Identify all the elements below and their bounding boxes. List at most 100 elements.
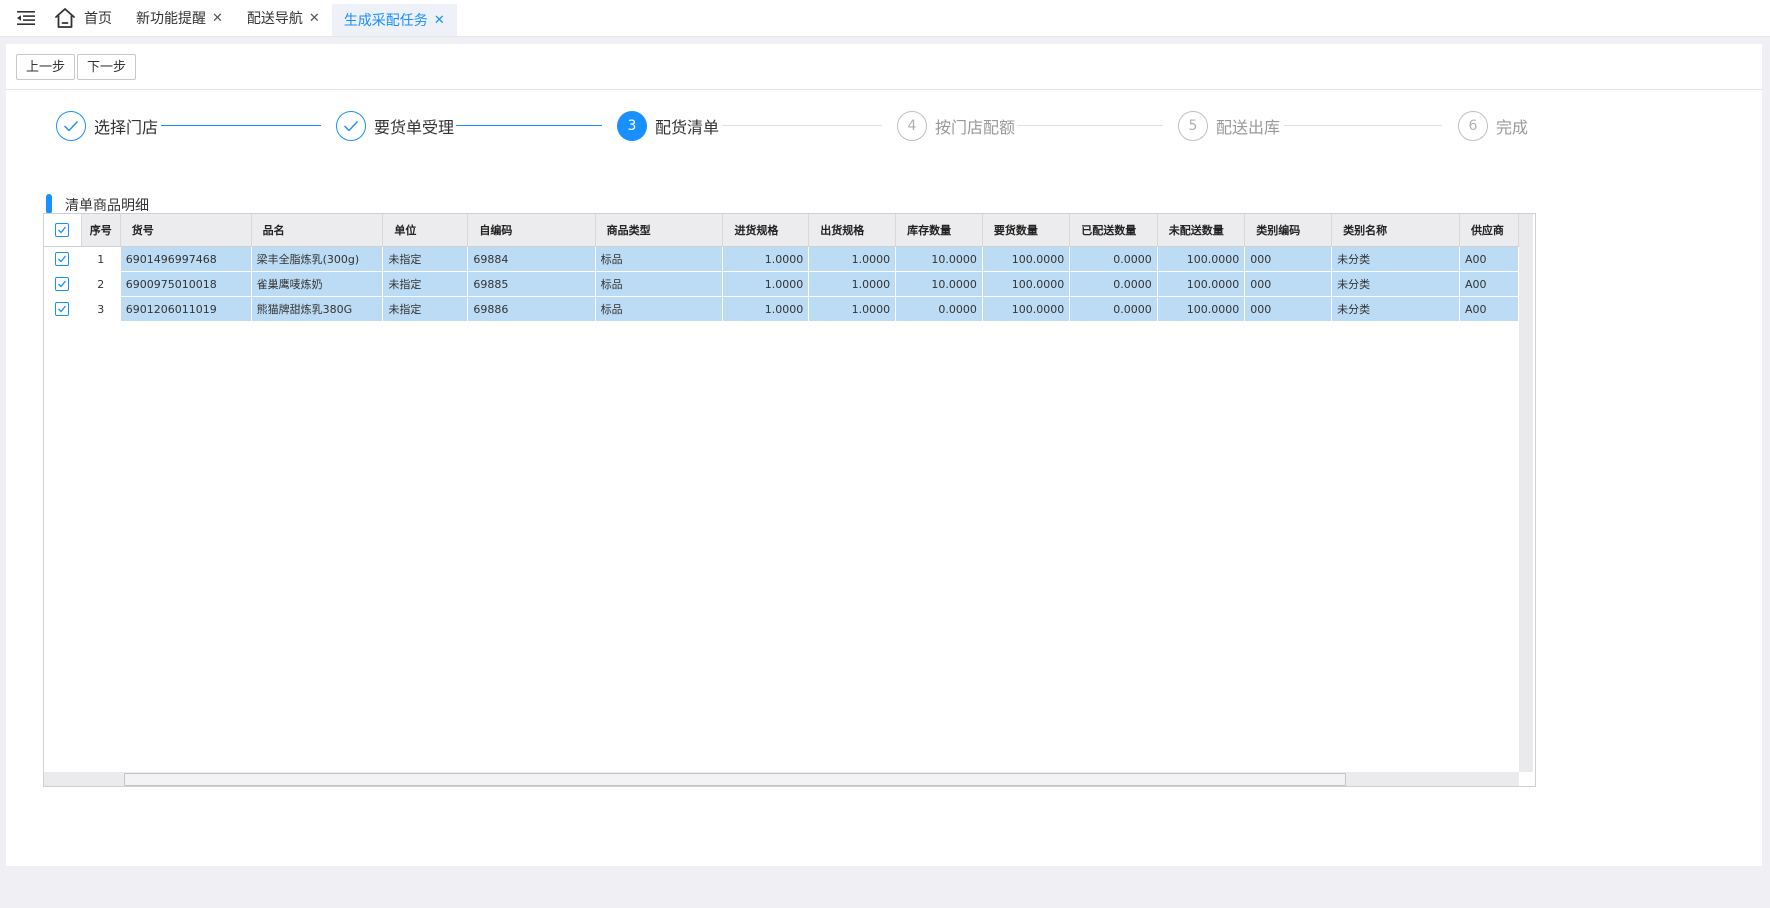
step-2: 要货单受理 <box>336 109 454 143</box>
cell-supplier: A00 <box>1459 271 1519 297</box>
col-header-supplier[interactable]: 供应商 <box>1459 214 1519 247</box>
cell-cat-code: 000 <box>1244 271 1333 297</box>
col-header-cat-code[interactable]: 类别编码 <box>1244 214 1333 247</box>
toolbar: 上一步 下一步 <box>6 44 1762 90</box>
menu-collapse-icon[interactable] <box>0 0 52 36</box>
step-connector <box>722 125 882 126</box>
cell-out-spec: 1.0000 <box>808 271 897 297</box>
col-header-req[interactable]: 要货数量 <box>982 214 1071 247</box>
step-connector <box>161 125 321 126</box>
vertical-scrollbar[interactable] <box>1519 214 1533 772</box>
tab-generate-task-label: 生成采配任务 <box>343 13 428 29</box>
check-icon <box>336 111 366 141</box>
table-row[interactable]: 3 6901206011019 熊猫牌甜炼乳380G 未指定 69886 标品 … <box>44 296 1519 322</box>
grid-viewport: 序号 货号 品名 单位 自编码 商品类型 进货规格 出货规格 库存数量 要货数量… <box>44 214 1519 772</box>
cell-unit: 未指定 <box>382 296 469 322</box>
next-step-button[interactable]: 下一步 <box>77 54 137 80</box>
step-3-label: 配货清单 <box>655 118 720 137</box>
cell-cat-code: 000 <box>1244 296 1333 322</box>
check-icon <box>56 111 86 141</box>
col-header-out-spec[interactable]: 出货规格 <box>808 214 897 247</box>
step-3-number: 3 <box>617 111 647 141</box>
step-5: 5 配送出库 <box>1178 109 1280 143</box>
cell-seq: 3 <box>81 296 121 322</box>
cell-code: 69886 <box>467 296 596 322</box>
col-header-delivered[interactable]: 已配送数量 <box>1069 214 1158 247</box>
cell-sku: 6901206011019 <box>120 296 252 322</box>
cell-sku: 6900975010018 <box>120 271 252 297</box>
cell-delivered: 0.0000 <box>1069 246 1158 272</box>
col-header-in-spec[interactable]: 进货规格 <box>722 214 810 247</box>
step-4-label: 按门店配额 <box>935 118 1016 137</box>
cell-stock: 10.0000 <box>895 246 983 272</box>
step-connector <box>456 125 602 126</box>
cell-undelivered: 100.0000 <box>1157 296 1246 322</box>
row-checkbox[interactable] <box>44 246 82 272</box>
step-3: 3 配货清单 <box>617 109 719 143</box>
tab-delivery-nav-label: 配送导航 <box>246 11 303 27</box>
cell-undelivered: 100.0000 <box>1157 246 1246 272</box>
cell-cat-name: 未分类 <box>1331 271 1460 297</box>
cell-type: 标品 <box>595 271 724 297</box>
step-6: 6 完成 <box>1458 109 1528 143</box>
select-all-checkbox[interactable] <box>44 214 82 247</box>
col-header-undelivered[interactable]: 未配送数量 <box>1157 214 1246 247</box>
tab-home[interactable]: 首页 <box>52 0 124 36</box>
tab-generate-task[interactable]: 生成采配任务 ✕ <box>331 4 457 36</box>
close-icon[interactable]: ✕ <box>434 13 445 28</box>
cell-type: 标品 <box>595 246 724 272</box>
row-checkbox[interactable] <box>44 271 82 297</box>
close-icon[interactable]: ✕ <box>212 11 223 26</box>
step-5-label: 配送出库 <box>1216 118 1281 137</box>
section-title: 清单商品明细 <box>65 198 149 214</box>
home-icon <box>55 8 75 28</box>
col-header-seq[interactable]: 序号 <box>81 214 121 247</box>
step-1: 选择门店 <box>56 109 158 143</box>
row-checkbox[interactable] <box>44 296 82 322</box>
cell-code: 69884 <box>467 246 596 272</box>
horizontal-scrollbar-thumb[interactable] <box>124 773 1346 786</box>
goods-table: 序号 货号 品名 单位 自编码 商品类型 进货规格 出货规格 库存数量 要货数量… <box>44 214 1519 322</box>
cell-unit: 未指定 <box>382 246 469 272</box>
cell-name: 梁丰全脂炼乳(300g) <box>251 246 384 272</box>
cell-out-spec: 1.0000 <box>808 246 897 272</box>
col-header-code[interactable]: 自编码 <box>467 214 596 247</box>
cell-unit: 未指定 <box>382 271 469 297</box>
step-connector <box>1284 125 1442 126</box>
cell-type: 标品 <box>595 296 724 322</box>
tab-delivery-nav[interactable]: 配送导航 ✕ <box>235 0 332 36</box>
prev-step-button[interactable]: 上一步 <box>16 54 76 80</box>
col-header-cat-name[interactable]: 类别名称 <box>1331 214 1460 247</box>
tab-new-features-label: 新功能提醒 <box>136 11 206 27</box>
goods-detail-grid: 序号 货号 品名 单位 自编码 商品类型 进货规格 出货规格 库存数量 要货数量… <box>43 213 1536 787</box>
cell-cat-name: 未分类 <box>1331 246 1460 272</box>
table-row[interactable]: 2 6900975010018 雀巢鹰唛炼奶 未指定 69885 标品 1.00… <box>44 271 1519 297</box>
cell-seq: 2 <box>81 271 121 297</box>
cell-out-spec: 1.0000 <box>808 296 897 322</box>
cell-supplier: A00 <box>1459 246 1519 272</box>
step-5-number: 5 <box>1178 111 1208 141</box>
col-header-sku[interactable]: 货号 <box>120 214 252 247</box>
cell-undelivered: 100.0000 <box>1157 271 1246 297</box>
step-4-number: 4 <box>897 111 927 141</box>
cell-delivered: 0.0000 <box>1069 271 1158 297</box>
cell-supplier: A00 <box>1459 296 1519 322</box>
section-marker <box>46 194 52 214</box>
cell-name: 熊猫牌甜炼乳380G <box>251 296 384 322</box>
close-icon[interactable]: ✕ <box>309 11 320 26</box>
cell-seq: 1 <box>81 246 121 272</box>
col-header-type[interactable]: 商品类型 <box>595 214 724 247</box>
col-header-unit[interactable]: 单位 <box>382 214 469 247</box>
horizontal-scrollbar[interactable] <box>44 772 1519 786</box>
cell-cat-name: 未分类 <box>1331 296 1460 322</box>
col-header-stock[interactable]: 库存数量 <box>895 214 983 247</box>
cell-req: 100.0000 <box>982 246 1071 272</box>
col-header-name[interactable]: 品名 <box>251 214 384 247</box>
table-row[interactable]: 1 6901496997468 梁丰全脂炼乳(300g) 未指定 69884 标… <box>44 246 1519 272</box>
cell-stock: 0.0000 <box>895 296 983 322</box>
step-connector <box>1017 125 1163 126</box>
cell-req: 100.0000 <box>982 271 1071 297</box>
tab-home-label: 首页 <box>84 11 112 27</box>
tab-new-features[interactable]: 新功能提醒 ✕ <box>124 0 235 36</box>
step-6-number: 6 <box>1458 111 1488 141</box>
